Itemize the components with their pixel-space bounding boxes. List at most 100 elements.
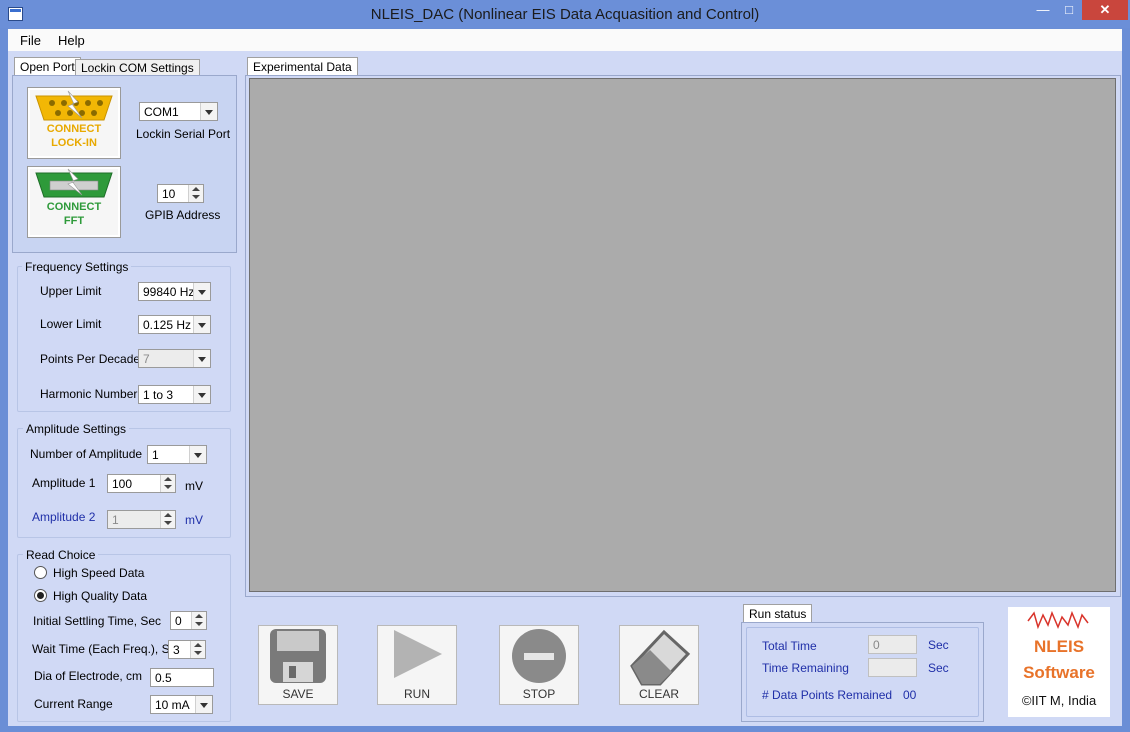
time-remaining-label: Time Remaining: [762, 661, 849, 675]
tab-run-status[interactable]: Run status: [743, 604, 813, 623]
chevron-down-icon[interactable]: [189, 446, 206, 463]
clear-button[interactable]: CLEAR: [619, 625, 699, 705]
spinner-icon[interactable]: [188, 185, 203, 202]
stop-button[interactable]: STOP: [499, 625, 579, 705]
nleis-logo: NLEIS Software ©IIT M, India: [1008, 607, 1110, 717]
clear-label: CLEAR: [638, 687, 679, 701]
upper-limit-label: Upper Limit: [40, 284, 102, 298]
menu-help[interactable]: Help: [58, 33, 85, 48]
total-time-label: Total Time: [762, 639, 817, 653]
experimental-data-plot[interactable]: [249, 78, 1116, 592]
connect-lockin-label-2: LOCK-IN: [51, 137, 97, 149]
chevron-down-icon[interactable]: [193, 316, 210, 333]
title-bar: NLEIS_DAC (Nonlinear EIS Data Acquasitio…: [0, 0, 1130, 28]
gpib-address-label: GPIB Address: [145, 208, 221, 222]
eraser-icon: [630, 629, 691, 686]
upper-limit-select[interactable]: 99840 Hz: [138, 282, 211, 301]
wait-time-label: Wait Time (Each Freq.), Sec: [32, 642, 183, 656]
amplitude-1-value: 100: [112, 477, 133, 491]
save-label: SAVE: [282, 687, 314, 701]
points-per-decade-value: 7: [143, 352, 150, 366]
current-range-label: Current Range: [34, 697, 113, 711]
connect-fft-label-2: FFT: [63, 215, 85, 227]
serial-port-value: COM1: [144, 105, 179, 119]
waveform-icon: [1027, 610, 1089, 630]
data-points-label: # Data Points Remained: [762, 688, 893, 702]
play-icon: [394, 630, 442, 678]
run-button[interactable]: RUN: [377, 625, 457, 705]
menu-bar: File Help: [8, 29, 1122, 51]
total-time-field: 0: [868, 635, 917, 654]
serial-port-label: Lockin Serial Port: [136, 127, 231, 141]
amplitude-settings-title: Amplitude Settings: [23, 422, 130, 436]
logo-credit: ©IIT M, India: [1021, 693, 1097, 708]
lower-limit-value: 0.125 Hz: [143, 318, 192, 332]
data-points-value: 00: [903, 688, 917, 702]
logo-subtitle: Software: [1023, 663, 1095, 682]
electrode-dia-label: Dia of Electrode, cm: [34, 669, 143, 683]
connect-lockin-button[interactable]: CONNECT LOCK-IN: [27, 87, 121, 159]
spinner-icon[interactable]: [191, 612, 206, 629]
amplitude-1-unit: mV: [185, 479, 203, 493]
read-choice-title: Read Choice: [23, 548, 99, 562]
stop-icon: [512, 629, 566, 683]
high-speed-label[interactable]: High Speed Data: [53, 566, 144, 580]
chevron-down-icon[interactable]: [200, 103, 217, 120]
spinner-icon[interactable]: [190, 641, 205, 658]
settling-time-label: Initial Settling Time, Sec: [33, 614, 162, 628]
time-remaining-field: [868, 658, 917, 677]
harmonic-number-label: Harmonic Number: [40, 387, 138, 401]
number-of-amplitude-select[interactable]: 1: [147, 445, 207, 464]
lower-limit-label: Lower Limit: [40, 317, 102, 331]
number-of-amplitude-value: 1: [152, 448, 159, 462]
menu-file[interactable]: File: [20, 33, 41, 48]
time-remaining-unit: Sec: [928, 661, 949, 675]
amplitude-1-stepper[interactable]: 100: [107, 474, 176, 493]
current-range-value: 10 mA: [155, 698, 190, 712]
wait-time-value: 3: [173, 643, 180, 657]
close-button[interactable]: ✕: [1082, 0, 1128, 20]
tab-lockin-com-settings[interactable]: Lockin COM Settings: [75, 59, 200, 76]
harmonic-number-select[interactable]: 1 to 3: [138, 385, 211, 404]
wait-time-stepper[interactable]: 3: [168, 640, 206, 659]
logo-title: NLEIS: [1033, 637, 1085, 656]
upper-limit-value: 99840 Hz: [143, 285, 195, 299]
amplitude-2-unit: mV: [185, 513, 203, 527]
spinner-icon[interactable]: [160, 475, 175, 492]
frequency-settings-title: Frequency Settings: [22, 260, 132, 274]
lower-limit-select[interactable]: 0.125 Hz: [138, 315, 211, 334]
tab-experimental-data[interactable]: Experimental Data: [247, 57, 358, 76]
window-title: NLEIS_DAC (Nonlinear EIS Data Acquasitio…: [370, 6, 760, 23]
connect-fft-button[interactable]: CONNECT FFT: [27, 166, 121, 238]
save-button[interactable]: SAVE: [258, 625, 338, 705]
chevron-down-icon[interactable]: [195, 696, 212, 713]
connect-lockin-label-1: CONNECT: [46, 123, 102, 135]
harmonic-number-value: 1 to 3: [143, 388, 174, 402]
maximize-button[interactable]: □: [1056, 0, 1082, 20]
points-per-decade-label: Points Per Decade: [40, 352, 141, 366]
amplitude-2-label: Amplitude 2: [32, 510, 96, 524]
spinner-icon: [160, 511, 175, 528]
chevron-down-icon: [193, 350, 210, 367]
gpib-address-value: 10: [162, 187, 176, 201]
chevron-down-icon[interactable]: [193, 386, 210, 403]
amplitude-1-label: Amplitude 1: [32, 476, 96, 490]
points-per-decade-select: 7: [138, 349, 211, 368]
minimize-button[interactable]: —: [1030, 0, 1056, 20]
amplitude-2-value: 1: [112, 513, 119, 527]
settling-time-value: 0: [175, 614, 182, 628]
tab-open-port[interactable]: Open Port: [14, 57, 81, 76]
high-quality-radio[interactable]: [34, 589, 47, 602]
stop-label: STOP: [522, 687, 556, 701]
gpib-address-stepper[interactable]: 10: [157, 184, 204, 203]
run-label: RUN: [404, 687, 430, 701]
high-speed-radio[interactable]: [34, 566, 47, 579]
current-range-select[interactable]: 10 mA: [150, 695, 213, 714]
floppy-disk-icon: [270, 629, 326, 683]
total-time-unit: Sec: [928, 638, 949, 652]
electrode-dia-input[interactable]: 0.5: [150, 668, 214, 687]
serial-port-select[interactable]: COM1: [139, 102, 218, 121]
chevron-down-icon[interactable]: [193, 283, 210, 300]
high-quality-label[interactable]: High Quality Data: [53, 589, 147, 603]
settling-time-stepper[interactable]: 0: [170, 611, 207, 630]
